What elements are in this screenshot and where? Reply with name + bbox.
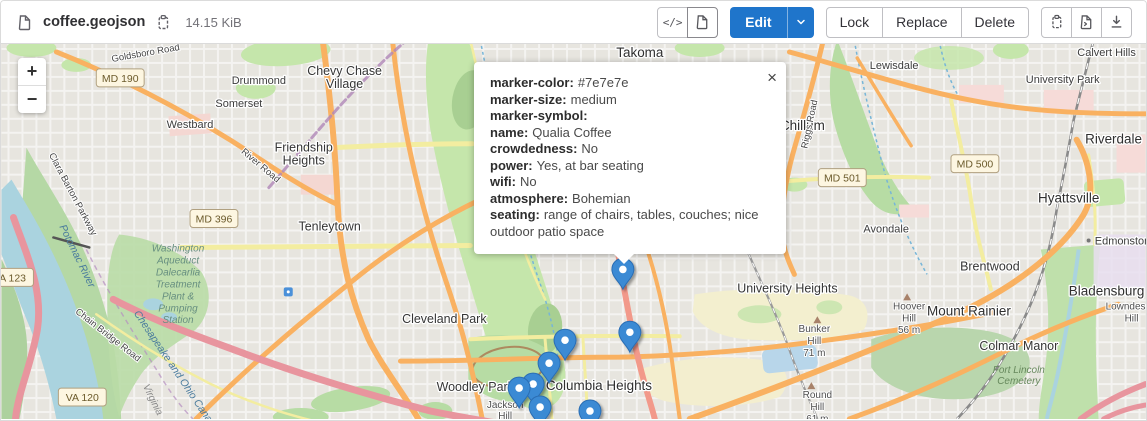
map-label: Washington	[152, 243, 205, 254]
map-label: Hill	[810, 402, 824, 413]
map-label: Friendship	[275, 141, 333, 155]
feature-popup: × marker-color:#7e7e7e marker-size:mediu…	[474, 62, 786, 254]
map-label: Columbia Heights	[546, 378, 652, 393]
map-label: 61 m	[806, 414, 828, 419]
map-marker[interactable]	[579, 400, 601, 419]
lock-button[interactable]: Lock	[826, 7, 884, 38]
map-label: Chevy Chase	[307, 64, 382, 78]
map-label: Westbard	[167, 119, 214, 131]
feature-property: wifi:No	[490, 174, 770, 191]
map-canvas[interactable]: MD 190 MD 396 MD 500 MD 501 VA 120 VA 12…	[1, 44, 1146, 419]
map-label: Somerset	[215, 98, 262, 110]
map-label: Cemetery	[997, 376, 1041, 387]
map-label: Drummond	[232, 75, 286, 87]
edit-dropdown-button[interactable]	[787, 7, 814, 38]
map-label: Village	[326, 77, 363, 91]
replace-button[interactable]: Replace	[882, 7, 961, 38]
document-icon	[695, 14, 710, 30]
clipboard-icon	[1049, 14, 1064, 30]
copy-contents-button[interactable]	[1041, 7, 1072, 38]
edit-split-button: Edit	[730, 7, 813, 38]
file-header: coffee.geojson 14.15 KiB </> Edit	[1, 1, 1146, 44]
map-label: Avondale	[863, 223, 909, 235]
route-shield: MD 500	[957, 160, 994, 171]
utility-actions-group	[1041, 7, 1132, 38]
map-label: Bladensburg	[1069, 283, 1145, 298]
map-label: Calvert Hills	[1077, 47, 1136, 59]
download-button[interactable]	[1101, 7, 1132, 38]
feature-property: marker-symbol:	[490, 108, 770, 125]
display-rendered-button[interactable]	[687, 7, 718, 38]
map-label: Colmar Manor	[979, 339, 1058, 353]
map-label: Hill	[807, 336, 821, 347]
map-label: Hill	[902, 313, 916, 324]
chevron-down-icon	[795, 16, 807, 28]
map-label: Plant &	[162, 291, 194, 302]
map-label: Cleveland Park	[402, 312, 487, 326]
feature-property: crowdedness:No	[490, 141, 770, 158]
map-marker[interactable]	[529, 396, 551, 419]
file-name: coffee.geojson	[43, 14, 145, 30]
map-label: Hyattsville	[1038, 191, 1099, 206]
place-dot	[1087, 238, 1091, 242]
map-label: Takoma	[616, 45, 664, 60]
file-actions-group: Lock Replace Delete	[826, 7, 1029, 38]
popup-close-button[interactable]: ×	[765, 67, 779, 88]
map-label: Hoover	[893, 301, 926, 312]
map-label: Heights	[283, 154, 325, 168]
zoom-in-button[interactable]: +	[18, 58, 46, 85]
map-label: Brentwood	[960, 259, 1020, 273]
route-shield: MD 190	[102, 74, 139, 85]
map-label: University Heights	[737, 281, 837, 295]
map-label: 71 m	[803, 348, 825, 359]
map-label: Dalecarlia	[156, 267, 201, 278]
file-icon	[15, 12, 35, 33]
route-shield: MD 501	[824, 174, 861, 185]
copy-filename-icon[interactable]	[153, 12, 173, 33]
map-label: University Park	[1026, 74, 1100, 86]
map-label: Lewisdale	[870, 60, 919, 72]
feature-property: marker-color:#7e7e7e	[490, 75, 770, 92]
route-shield: VA 120	[66, 393, 99, 404]
feature-property: power:Yes, at bar seating	[490, 158, 770, 175]
map-label: Treatment	[156, 279, 202, 290]
popup-tail	[614, 254, 634, 264]
map-label: Bunker	[799, 324, 831, 335]
delete-button[interactable]: Delete	[961, 7, 1029, 38]
feature-property: seating:range of chairs, tables, couches…	[490, 207, 770, 240]
feature-property: name:Qualia Coffee	[490, 125, 770, 142]
map-label: Hill	[1125, 313, 1139, 324]
map-label: Round	[803, 390, 832, 401]
raw-file-icon	[1079, 14, 1094, 30]
map-label: Lowndes	[1106, 301, 1146, 312]
route-shield: VA 123	[1, 273, 26, 284]
map-label: Pumping	[158, 303, 198, 314]
map-label: Tenleytown	[298, 220, 360, 234]
map-label: Fort Lincoln	[993, 365, 1046, 376]
map-label: Aqueduct	[156, 255, 200, 266]
download-icon	[1109, 14, 1124, 30]
file-viewer: coffee.geojson 14.15 KiB </> Edit	[0, 0, 1147, 421]
open-raw-button[interactable]	[1071, 7, 1102, 38]
map-label: Station	[163, 315, 194, 326]
edit-button[interactable]: Edit	[730, 7, 786, 38]
feature-property: atmosphere:Bohemian	[490, 191, 770, 208]
map-zoom-control: + −	[18, 58, 46, 113]
map-label: Woodley Park	[437, 380, 515, 394]
map-label: Mount Rainier	[927, 303, 1011, 318]
map-label: 56 m	[898, 325, 920, 336]
display-source-button[interactable]: </>	[657, 7, 688, 38]
map-label: Hill	[498, 411, 512, 419]
zoom-out-button[interactable]: −	[18, 86, 46, 113]
file-size: 14.15 KiB	[185, 15, 241, 30]
map-label: Edmonston	[1095, 235, 1146, 247]
route-shield: MD 396	[196, 215, 233, 226]
code-icon: </>	[663, 16, 683, 29]
map-label: Riverdale	[1085, 132, 1142, 147]
feature-property: marker-size:medium	[490, 92, 770, 109]
view-toggle-group: </>	[657, 7, 718, 38]
